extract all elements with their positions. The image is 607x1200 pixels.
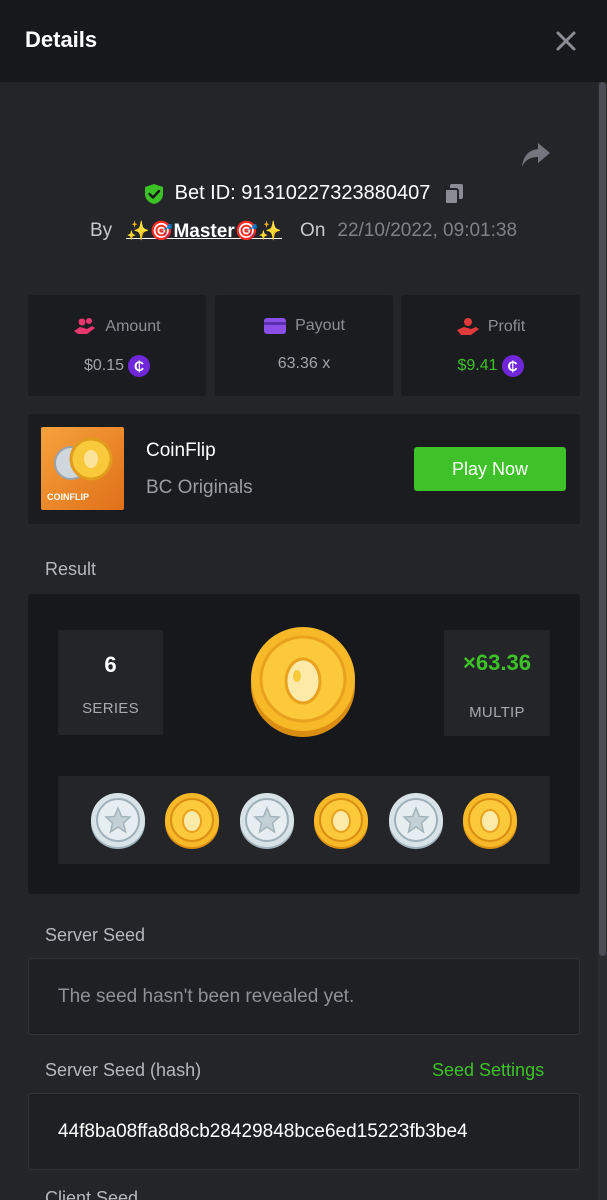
- amount-value: $0.15: [83, 357, 125, 374]
- server-seed-hash-field[interactable]: 44f8ba08ffa8d8cb28429848bce6ed15223fb3be…: [28, 1093, 580, 1170]
- series-box: 6 SERIES: [58, 630, 163, 735]
- profit-card: Profit $9.41 ₵: [401, 295, 580, 396]
- profit-label: Profit: [487, 318, 526, 335]
- currency-icon: ₵: [128, 355, 151, 377]
- header-bar: Details: [0, 0, 607, 82]
- bet-byline: By ✨🎯Master🎯✨ On 22/10/2022, 09:01:38: [0, 219, 607, 243]
- card-icon: [264, 318, 287, 334]
- silver-coin-icon: [240, 793, 294, 849]
- server-seed-label: Server Seed: [45, 925, 146, 945]
- coins-hand-icon: [74, 318, 96, 334]
- silver-coin-icon: [91, 793, 145, 849]
- hand-coin-icon: [456, 318, 479, 335]
- gold-coin-icon: [251, 627, 355, 737]
- by-label: By: [89, 220, 113, 241]
- shield-check-icon: [144, 183, 163, 204]
- gold-coin-icon: [314, 793, 368, 849]
- profit-value: $9.41: [457, 357, 498, 374]
- bet-id-row: Bet ID: 91310227323880407: [0, 182, 607, 205]
- scrollbar-thumb[interactable]: [599, 82, 606, 956]
- amount-label: Amount: [105, 318, 161, 335]
- copy-icon[interactable]: [444, 183, 464, 205]
- payout-label: Payout: [295, 317, 345, 334]
- coin-history: [58, 776, 550, 864]
- scrollbar[interactable]: [598, 82, 607, 1200]
- series-label: SERIES: [82, 700, 139, 717]
- game-card: COINFLIP CoinFlip BC Originals Play Now: [28, 414, 580, 524]
- result-label: Result: [45, 559, 97, 579]
- server-seed-hash-value: 44f8ba08ffa8d8cb28429848bce6ed15223fb3be…: [58, 1121, 468, 1142]
- game-thumb-label: COINFLIP: [47, 492, 89, 502]
- username-link[interactable]: ✨🎯Master🎯✨: [126, 219, 282, 243]
- close-icon[interactable]: [552, 27, 580, 55]
- page-title: Details: [25, 27, 98, 52]
- amount-card: Amount $0.15 ₵: [28, 295, 206, 396]
- payout-value: 63.36 x: [277, 355, 331, 372]
- share-icon[interactable]: [520, 140, 552, 170]
- game-thumbnail[interactable]: COINFLIP: [41, 427, 124, 510]
- seed-settings-link[interactable]: Seed Settings: [432, 1060, 544, 1081]
- series-value: 6: [104, 652, 117, 677]
- game-provider: BC Originals: [146, 477, 253, 498]
- server-seed-value: The seed hasn't been revealed yet.: [58, 986, 355, 1007]
- gold-coin-icon: [463, 793, 517, 849]
- bet-datetime: 22/10/2022, 09:01:38: [337, 220, 518, 241]
- currency-icon: ₵: [501, 355, 524, 377]
- multiplier-value: ×63.36: [463, 650, 531, 675]
- game-name[interactable]: CoinFlip: [146, 440, 216, 462]
- on-label: On: [300, 220, 326, 241]
- server-seed-hash-label: Server Seed (hash): [45, 1060, 202, 1080]
- result-panel: 6 SERIES ×63.36 MULTIP: [28, 594, 580, 894]
- server-seed-field: The seed hasn't been revealed yet.: [28, 958, 580, 1035]
- multiplier-label: MULTIP: [469, 704, 525, 721]
- gold-coin-icon: [165, 793, 219, 849]
- payout-card: Payout 63.36 x: [215, 295, 393, 396]
- multiplier-box: ×63.36 MULTIP: [444, 630, 550, 736]
- bet-id: Bet ID: 91310227323880407: [174, 182, 431, 204]
- client-seed-label: Client Seed: [45, 1188, 139, 1200]
- play-now-button[interactable]: Play Now: [414, 447, 566, 491]
- silver-coin-icon: [389, 793, 443, 849]
